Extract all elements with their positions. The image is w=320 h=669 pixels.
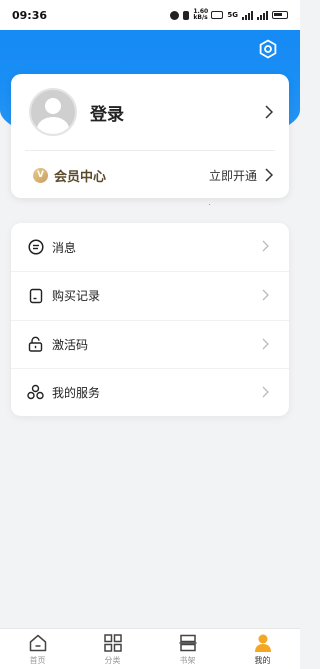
alarm-icon <box>170 10 180 20</box>
menu-card: 消息 购买记录 激活码 我的服务 <box>11 223 289 416</box>
signal-icon <box>242 10 253 20</box>
tab-label: 分类 <box>104 656 121 665</box>
tab-label: 首页 <box>29 656 46 665</box>
grid-icon <box>103 634 122 652</box>
tab-categories[interactable]: 分类 <box>75 629 150 669</box>
message-icon <box>27 239 44 256</box>
tab-label: 我的 <box>254 656 271 665</box>
chevron-right-icon <box>265 168 273 182</box>
chevron-right-icon <box>265 105 273 119</box>
settings-button[interactable] <box>257 38 279 60</box>
tab-bookshelf[interactable]: 书架 <box>150 629 225 669</box>
menu-item-purchase-records[interactable]: 购买记录 <box>11 271 289 319</box>
chevron-right-icon <box>262 240 269 252</box>
vibrate-icon <box>183 10 190 20</box>
status-time: 09:36 <box>12 8 48 22</box>
avatar[interactable] <box>29 88 77 136</box>
menu-item-label: 消息 <box>52 240 77 255</box>
battery-icon <box>272 11 288 19</box>
settings-icon <box>259 39 277 59</box>
tab-home[interactable]: 首页 <box>0 629 75 669</box>
divider <box>25 150 275 151</box>
signal-icon-2 <box>257 10 268 20</box>
home-icon <box>29 634 46 652</box>
menu-item-label: 购买记录 <box>52 289 101 304</box>
tab-me[interactable]: 我的 <box>225 629 300 669</box>
status-bar: 09:36 1.60 kB/s 5G <box>0 0 300 30</box>
login-label: 登录 <box>90 104 124 125</box>
menu-item-messages[interactable]: 消息 <box>11 223 289 271</box>
status-icons: 1.60 kB/s 5G <box>170 9 288 21</box>
purchase-record-icon <box>27 287 44 304</box>
network-type: 5G <box>227 11 238 19</box>
stray-dot <box>209 204 210 205</box>
menu-item-activation-code[interactable]: 激活码 <box>11 319 289 368</box>
chevron-right-icon <box>262 386 269 398</box>
services-icon <box>27 384 44 401</box>
chevron-right-icon <box>262 289 269 301</box>
bottom-tab-bar: 首页 分类 书架 我的 <box>0 628 300 669</box>
menu-item-label: 我的服务 <box>52 385 101 400</box>
menu-item-label: 激活码 <box>52 337 89 352</box>
login-row[interactable]: 登录 <box>11 74 289 150</box>
activate-now-link[interactable]: 立即开通 <box>209 167 257 184</box>
member-center-row[interactable]: V 会员中心 立即开通 <box>11 152 289 198</box>
lock-icon <box>27 336 44 353</box>
profile-card: 登录 V 会员中心 立即开通 <box>11 74 289 198</box>
chevron-right-icon <box>262 338 269 349</box>
bookshelf-icon <box>179 634 196 652</box>
person-icon <box>254 634 271 652</box>
member-center-label: 会员中心 <box>54 169 107 185</box>
vip-icon: V <box>33 167 48 183</box>
menu-item-my-services[interactable]: 我的服务 <box>11 367 289 416</box>
tab-label: 书架 <box>179 656 196 665</box>
hd-icon <box>211 11 224 19</box>
network-speed: 1.60 kB/s <box>193 8 209 21</box>
